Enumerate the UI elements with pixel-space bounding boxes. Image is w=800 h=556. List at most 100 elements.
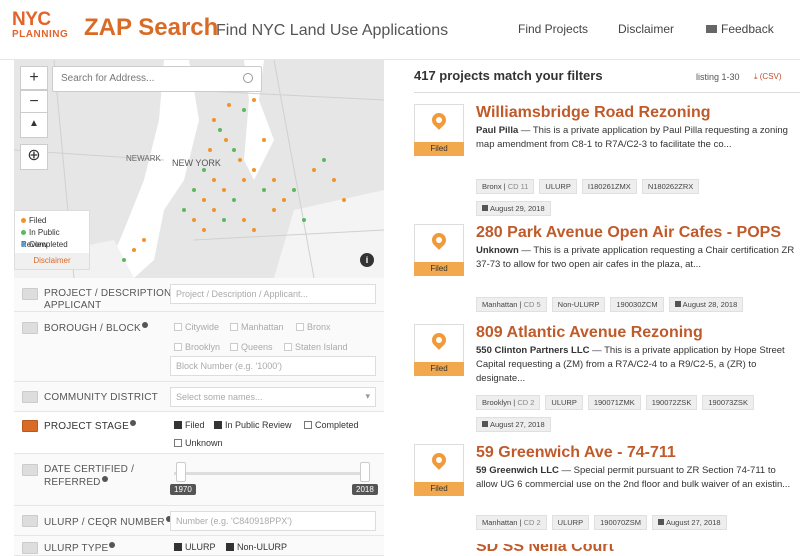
filter-toggle[interactable]	[22, 420, 38, 432]
map-disclaimer-link[interactable]: Disclaimer	[15, 253, 89, 269]
logo-nyc-text: NYC	[12, 9, 51, 30]
ulurp-type-checkbox-ulurp[interactable]: ULURP	[174, 542, 216, 552]
listing-range: listing 1-30	[696, 72, 740, 82]
project-title[interactable]: 280 Park Avenue Open Air Cafes - POPS	[476, 224, 781, 242]
type-tag: Non-ULURP	[551, 297, 606, 312]
filter-label: COMMUNITY DISTRICT	[44, 392, 158, 403]
status-badge: Filed	[414, 362, 464, 376]
crosshair-icon: ⊕	[27, 147, 41, 164]
borough-checkbox-bronx[interactable]: Bronx	[296, 322, 331, 332]
project-card[interactable]: Filed Williamsbridge Road Rezoning Paul …	[414, 104, 800, 216]
ulurp-number-tag: 190030ZCM	[610, 297, 664, 312]
locate-button[interactable]: ⊕	[20, 144, 48, 170]
map-pin-icon	[429, 230, 449, 250]
calendar-icon	[482, 421, 488, 427]
date-tag: August 27, 2018	[651, 515, 727, 530]
project-card[interactable]: Filed 59 Greenwich Ave - 74-711 59 Green…	[414, 444, 800, 544]
app-header: NYC PLANNING ZAP Search Find NYC Land Us…	[0, 0, 800, 60]
stage-checkbox-completed[interactable]: Completed	[304, 420, 359, 430]
stage-checkbox-in-public-review[interactable]: In Public Review	[214, 420, 292, 430]
legend-dot-icon	[21, 242, 26, 247]
filter-toggle[interactable]	[22, 288, 38, 300]
map-pin-icon	[429, 450, 449, 470]
nav-find-projects[interactable]: Find Projects	[518, 22, 588, 36]
filter-ulurp-ceqr: ULURP / CEQR NUMBER Number (e.g. 'C84091…	[14, 506, 384, 536]
date-max-handle[interactable]	[360, 462, 370, 482]
date-min-handle[interactable]	[176, 462, 186, 482]
address-search-placeholder: Search for Address...	[61, 73, 155, 84]
projects-map[interactable]: NEWARK NEW YORK + − ▲ ⊕ Search for Addre…	[14, 60, 384, 278]
date-max-value: 2018	[352, 484, 378, 495]
project-tags: Manhattan | CD 5 Non-ULURP 190030ZCM August…	[476, 294, 748, 316]
filter-toggle[interactable]	[22, 391, 38, 403]
ulurp-type-checkbox-non-ulurp[interactable]: Non-ULURP	[226, 542, 287, 552]
borough-checkbox-citywide[interactable]: Citywide	[174, 322, 219, 332]
project-tags: Manhattan | CD 2 ULURP 190070ZSM August 27,…	[476, 512, 732, 534]
filters-list: PROJECT / DESCRIPTION / APPLICANT Project…	[14, 278, 384, 556]
borough-checkbox-staten-island[interactable]: Staten Island	[284, 342, 348, 352]
nav-disclaimer[interactable]: Disclaimer	[618, 22, 674, 36]
status-badge: Filed	[414, 142, 464, 156]
address-search-input[interactable]: Search for Address...	[52, 66, 262, 92]
calendar-icon	[657, 519, 664, 525]
project-card[interactable]: Filed 280 Park Avenue Open Air Cafes - P…	[414, 224, 800, 314]
borough-checkbox-queens[interactable]: Queens	[230, 342, 273, 352]
project-title[interactable]: 59 Greenwich Ave - 74-711	[476, 444, 676, 462]
zoom-out-button[interactable]: −	[20, 90, 48, 114]
info-icon	[141, 322, 148, 328]
filter-label: PROJECT / DESCRIPTION / APPLICANT	[44, 288, 178, 311]
block-number-input[interactable]: Block Number (e.g. '1000')	[170, 356, 376, 376]
stage-checkbox-filed[interactable]: Filed	[174, 420, 205, 430]
borough-tag: Manhattan | CD 5	[476, 297, 547, 312]
ulurp-number-input[interactable]: Number (e.g. 'C840918PPX')	[170, 511, 376, 531]
community-district-select[interactable]: Select some names... ▾	[170, 387, 376, 407]
borough-checkbox-manhattan[interactable]: Manhattan	[230, 322, 284, 332]
date-min-value: 1970	[170, 484, 196, 495]
type-tag: ULURP	[545, 395, 583, 410]
filter-panel: NEWARK NEW YORK + − ▲ ⊕ Search for Addre…	[14, 60, 384, 556]
chevron-down-icon: ▾	[365, 391, 370, 401]
type-tag: ULURP	[551, 515, 590, 530]
project-title[interactable]: 809 Atlantic Avenue Rezoning	[476, 324, 703, 342]
ulurp-number-tag: I180261ZMX	[581, 179, 637, 194]
filter-label: PROJECT STAGE	[44, 420, 137, 433]
filter-toggle[interactable]	[22, 515, 38, 527]
ulurp-number-tag: 190072ZSK	[645, 395, 698, 410]
project-tags: Brooklyn | CD 2 ULURP 190071ZMK 190072ZSK 19…	[476, 392, 759, 436]
date-tag: August 27, 2018	[476, 417, 551, 432]
results-count: 417 projects match your filters	[414, 68, 603, 83]
app-title[interactable]: ZAP Search	[84, 14, 218, 42]
map-info-button[interactable]: i	[360, 253, 374, 267]
project-description: 550 Clinton Partners LLC — This is a pri…	[476, 345, 785, 384]
map-pin-icon	[429, 110, 449, 130]
filter-label: ULURP / CEQR NUMBER	[44, 516, 172, 529]
filter-toggle[interactable]	[22, 464, 38, 476]
zoom-in-button[interactable]: +	[20, 66, 48, 90]
stage-checkbox-unknown[interactable]: Unknown	[174, 438, 223, 448]
map-label-newark: NEWARK	[126, 154, 161, 163]
filter-toggle[interactable]	[22, 542, 38, 554]
project-tags: Bronx | CD 11 ULURP I180261ZMX N180262ZRX A…	[476, 176, 704, 220]
project-card[interactable]: Filed 809 Atlantic Avenue Rezoning 550 C…	[414, 324, 800, 432]
filter-toggle[interactable]	[22, 322, 38, 334]
nav-feedback[interactable]: Feedback	[706, 22, 774, 36]
nyc-planning-logo[interactable]: NYC PLANNING	[12, 10, 74, 42]
borough-tag: Brooklyn | CD 2	[476, 395, 541, 410]
compass-icon: ▲	[29, 118, 39, 129]
project-search-input[interactable]: Project / Description / Applicant...	[170, 284, 376, 304]
borough-checkbox-brooklyn[interactable]: Brooklyn	[174, 342, 220, 352]
download-csv-link[interactable]: ⤓ (CSV)	[754, 72, 782, 82]
filter-label: DATE CERTIFIED / REFERRED	[44, 464, 135, 488]
filter-ulurp-type: ULURP TYPE ULURP Non-ULURP	[14, 536, 384, 556]
app-subtitle: Find NYC Land Use Applications	[216, 22, 449, 39]
project-card[interactable]: SD SS Nella Court	[414, 544, 800, 552]
ulurp-number-tag: 190073ZSK	[702, 395, 754, 410]
filter-community-district: COMMUNITY DISTRICT Select some names... ▾	[14, 382, 384, 412]
status-badge: Filed	[414, 482, 464, 496]
project-title[interactable]: SD SS Nella Court	[476, 544, 614, 552]
borough-tag: Bronx | CD 11	[476, 179, 535, 194]
envelope-icon	[706, 25, 717, 33]
project-title[interactable]: Williamsbridge Road Rezoning	[476, 104, 711, 122]
legend-item-filed: Filed	[21, 215, 83, 227]
compass-button[interactable]: ▲	[20, 112, 48, 138]
